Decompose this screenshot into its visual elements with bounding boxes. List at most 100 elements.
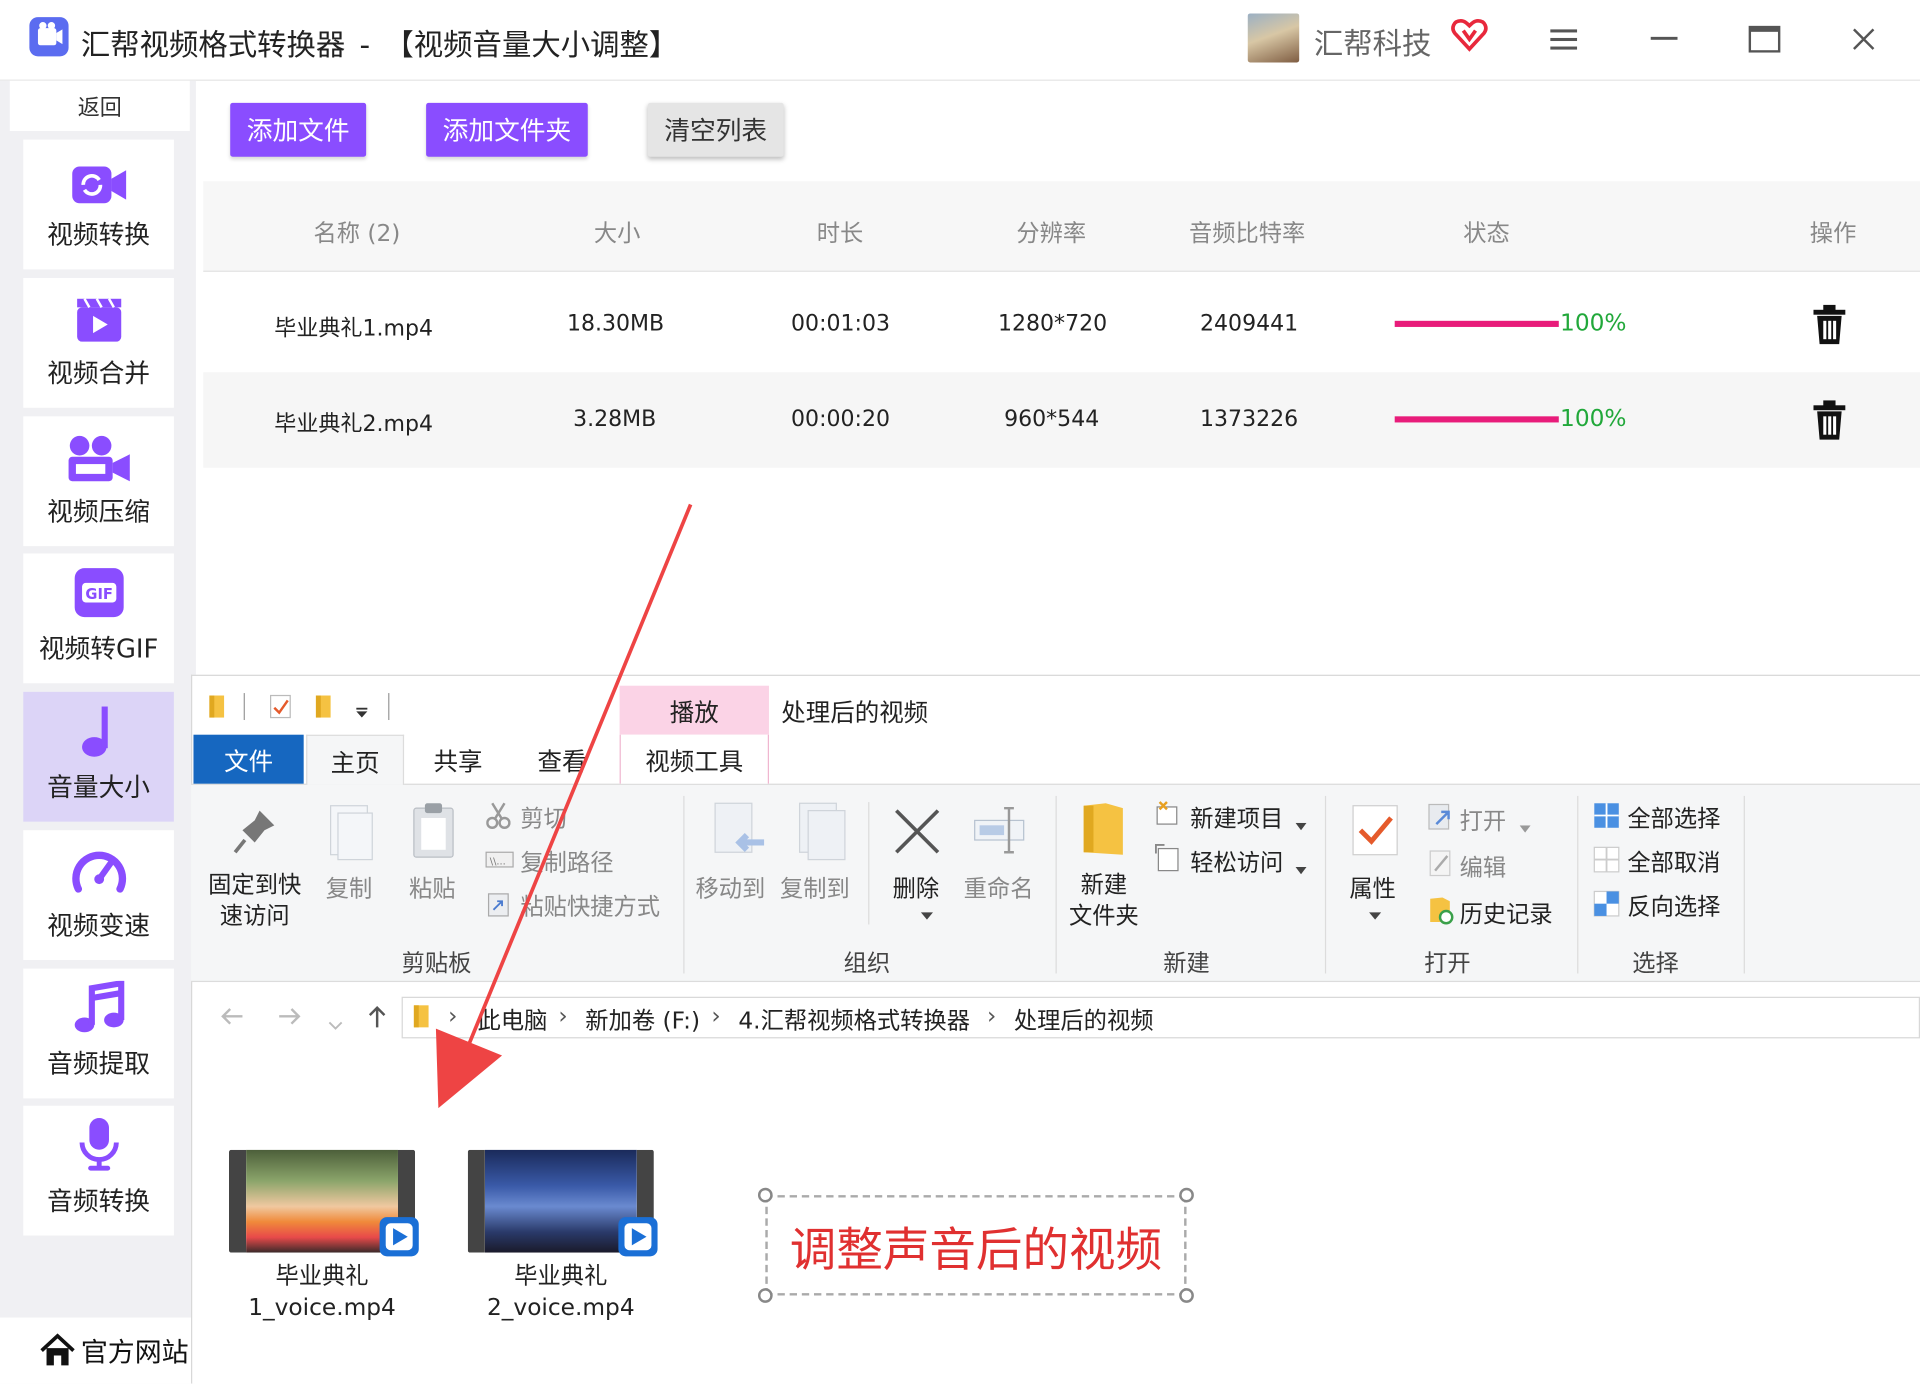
column-header-resolution[interactable]: 分辨率 [1016,216,1086,249]
invert-selection-icon [1593,890,1620,922]
breadcrumb-chevron-icon[interactable]: › [987,1003,996,1030]
back-button[interactable]: 返回 [9,80,190,132]
new-folder-button[interactable]: 新建 文件夹 [1069,871,1139,932]
column-header-name[interactable]: 名称 (2) [313,216,400,249]
close-icon[interactable] [1839,15,1888,64]
resize-handle [1179,1288,1194,1303]
ribbon-group-separator [1324,795,1327,974]
breadcrumb-app-folder[interactable]: 4.汇帮视频格式转换器 [738,1003,970,1036]
explorer-window-title: 处理后的视频 [781,697,929,728]
minimize-icon[interactable] [1640,15,1689,64]
chevron-down-icon[interactable] [1295,856,1307,879]
clear-list-button[interactable]: 清空列表 [647,102,784,157]
group-label-select: 选择 [1632,950,1679,978]
breadcrumb-chevron-icon[interactable]: › [711,1003,720,1030]
video-file-item[interactable]: 毕业典礼 1_voice.mp4 [228,1149,420,1324]
chevron-down-icon[interactable] [1368,901,1382,924]
video-compress-icon [67,435,130,482]
video-merge-icon [76,298,121,342]
folder-icon[interactable] [208,693,228,725]
customize-qat-icon[interactable] [355,700,370,723]
table-row[interactable]: 毕业典礼1.mp4 18.30MB 00:01:03 1280*720 2409… [203,276,1920,373]
properties-icon [1351,803,1400,862]
progress-percent: 100% [1560,405,1627,433]
sidebar-item-label: 音频转换 [47,1186,151,1216]
ribbon-group-separator [1743,795,1745,974]
up-arrow-icon[interactable] [366,1004,388,1033]
breadcrumb-current[interactable]: 处理后的视频 [1014,1003,1154,1036]
file-duration: 00:01:03 [791,311,891,337]
sidebar-item-label: 视频合并 [47,358,151,389]
sidebar-item-video-speed[interactable]: 视频变速 [23,830,174,961]
history-button[interactable]: 历史记录 [1460,896,1553,929]
select-all-button[interactable]: 全部选择 [1627,801,1720,834]
official-website-label: 官方网站 [80,1338,189,1369]
maximize-icon[interactable] [1740,15,1789,64]
sidebar-item-volume[interactable]: 音量大小 [23,691,174,822]
forward-arrow-icon[interactable] [277,1007,301,1031]
open-icon [1427,802,1454,836]
column-header-status[interactable]: 状态 [1463,216,1510,249]
sidebar-item-video-convert[interactable]: 视频转换 [23,139,174,270]
edit-button[interactable]: 编辑 [1460,850,1507,883]
delete-icon[interactable] [1812,304,1846,351]
sidebar-item-gif[interactable]: GIF 视频转GIF [23,553,174,684]
annotation-arrow [435,503,693,1109]
rename-button[interactable]: 重命名 [964,871,1034,904]
official-website-link[interactable]: 官方网站 [0,1317,196,1384]
recent-locations-icon[interactable] [328,1013,343,1036]
new-folder-large-icon [1081,801,1125,862]
pin-icon [233,808,277,862]
easy-access-button[interactable]: 轻松访问 [1190,845,1283,878]
column-header-duration[interactable]: 时长 [817,216,864,249]
copy-to-button[interactable]: 复制到 [780,871,850,904]
copy-icon [326,803,375,867]
microphone-icon [78,1117,119,1171]
chevron-down-icon[interactable] [920,901,934,924]
chevron-down-icon[interactable] [1295,812,1307,835]
sidebar-item-audio-extract[interactable]: 音频提取 [23,968,174,1099]
sidebar-item-label: 视频转换 [47,220,151,250]
back-arrow-icon[interactable] [220,1007,244,1031]
explorer-delete-button[interactable]: 删除 [893,871,940,904]
file-resolution: 960*544 [1004,406,1100,433]
progress-bar [1394,320,1559,327]
table-row[interactable]: 毕业典礼2.mp4 3.28MB 00:00:20 960*544 137322… [203,372,1920,468]
resize-handle [1179,1187,1194,1203]
video-convert-icon [71,166,126,204]
sidebar-item-label: 视频转GIF [38,634,159,664]
sidebar-item-audio-convert[interactable]: 音频转换 [23,1105,174,1236]
add-file-button[interactable]: 添加文件 [230,102,367,157]
column-header-size[interactable]: 大小 [594,216,641,249]
properties-check-icon[interactable] [269,693,293,725]
invert-selection-button[interactable]: 反向选择 [1627,889,1720,922]
add-folder-button[interactable]: 添加文件夹 [426,102,588,157]
menu-icon[interactable] [1539,15,1588,64]
video-file-item[interactable]: 毕业典礼 2_voice.mp4 [467,1149,659,1324]
copy-button[interactable]: 复制 [326,871,373,904]
open-button[interactable]: 打开 [1460,803,1507,836]
new-item-button[interactable]: 新建项目 [1190,801,1283,834]
home-icon [40,1333,75,1366]
gif-icon: GIF [74,568,124,618]
svg-text:GIF: GIF [85,586,113,603]
sidebar-item-label: 视频变速 [47,911,151,941]
delete-icon[interactable] [1812,399,1846,446]
sidebar-item-video-compress[interactable]: 视频压缩 [23,416,174,547]
properties-button[interactable]: 属性 [1349,871,1396,904]
tab-home[interactable]: 主页 [306,734,405,785]
new-folder-icon[interactable] [315,693,335,725]
vip-heart-icon[interactable] [1450,15,1489,59]
avatar[interactable] [1247,13,1300,63]
app-logo-icon [29,17,69,57]
tab-file[interactable]: 文件 [193,734,304,784]
column-header-action: 操作 [1809,220,1857,248]
sidebar-item-video-merge[interactable]: 视频合并 [23,277,174,408]
chevron-down-icon[interactable] [1519,814,1531,837]
file-name-label: 毕业典礼 1_voice.mp4 [248,1262,396,1322]
select-none-button[interactable]: 全部取消 [1627,845,1720,878]
column-header-bitrate[interactable]: 音频比特率 [1189,216,1305,249]
sidebar-item-label: 视频压缩 [47,497,151,527]
file-duration: 00:00:20 [791,406,891,433]
pin-quick-access-button[interactable]: 固定到快 速访问 [208,871,301,932]
